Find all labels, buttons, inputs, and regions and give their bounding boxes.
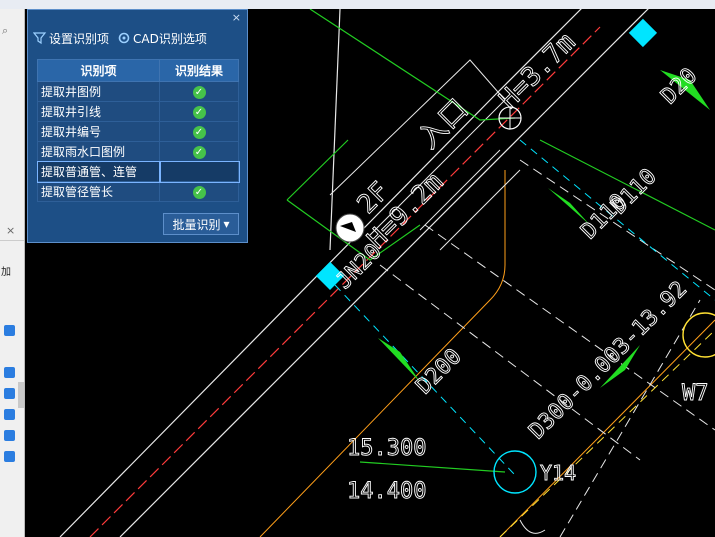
table-row[interactable]: 提取雨水口图例 ✓ — [37, 141, 239, 162]
manhole-square[interactable] — [628, 18, 658, 48]
recognition-item-name: 提取井图例 — [37, 81, 160, 102]
recognition-item-name: 提取普通管、连管 — [36, 160, 161, 183]
check-icon: ✓ — [192, 126, 206, 139]
cad-label-d20: D20 — [657, 63, 703, 109]
recognition-result: ✓ — [159, 101, 239, 122]
recognition-item-name: 提取井编号 — [37, 121, 160, 142]
gear-icon — [118, 32, 130, 44]
chevron-down-icon: ▾ — [223, 217, 230, 231]
check-icon: ✓ — [192, 86, 206, 99]
settings-items-label: 设置识别项 — [49, 31, 110, 46]
field-label: 加 — [1, 267, 11, 278]
host-left-panel: ⌕ × 加 — [0, 0, 715, 537]
settings-items-button[interactable]: 设置识别项 — [33, 29, 109, 47]
recognition-result: ✓ — [159, 121, 239, 142]
cad-label-entrance: 入口 — [412, 92, 475, 155]
checkbox[interactable] — [4, 325, 15, 336]
cad-options-label: CAD识别选项 — [133, 31, 207, 46]
cad-label-y14: Y14 — [540, 461, 576, 485]
search-icon[interactable]: ⌕ — [2, 24, 8, 38]
close-icon[interactable]: × — [6, 224, 15, 237]
filter-icon — [33, 32, 47, 45]
recognition-result: ✓ — [159, 81, 239, 102]
check-icon: ✓ — [192, 106, 206, 119]
close-icon[interactable]: × — [232, 11, 241, 24]
recognition-panel: × 设置识别项 CAD识别选项 识别项 识别结果 提取井图例 ✓ 提取井引线 ✓ 提取井… — [27, 9, 248, 243]
column-header-item: 识别项 — [37, 59, 160, 82]
batch-recognize-button[interactable]: 批量识别 ▾ — [163, 213, 239, 235]
batch-recognize-label: 批量识别 — [172, 217, 221, 232]
table-row[interactable]: 提取井引线 ✓ — [37, 101, 239, 122]
recognition-item-name: 提取雨水口图例 — [37, 141, 160, 162]
column-header-result: 识别结果 — [159, 59, 239, 82]
table-row[interactable]: 提取普通管、连管 — [36, 160, 240, 183]
recognition-result: ✓ — [159, 181, 239, 202]
recognition-table: 识别项 识别结果 提取井图例 ✓ 提取井引线 ✓ 提取井编号 ✓ 提取雨水口图例 ✓ 提取普通管… — [36, 59, 240, 202]
checkbox[interactable] — [4, 367, 15, 378]
cad-label-w7: W7 — [682, 381, 709, 406]
divider — [0, 240, 24, 241]
cad-label-h37: H=3.7m — [494, 27, 582, 115]
table-row[interactable]: 提取井图例 ✓ — [37, 81, 239, 102]
table-row[interactable]: 提取管径管长 ✓ — [37, 181, 239, 202]
recognition-item-name: 提取井引线 — [37, 101, 160, 122]
recognition-result — [158, 160, 240, 183]
checkbox[interactable] — [4, 409, 15, 420]
check-icon: ✓ — [192, 146, 206, 159]
panel-toolbar: 设置识别项 CAD识别选项 — [33, 29, 207, 47]
cad-label-elev-top: 15.300 — [347, 436, 426, 461]
cad-options-button[interactable]: CAD识别选项 — [117, 29, 207, 47]
host-title-bar — [0, 0, 715, 9]
recognition-result: ✓ — [159, 141, 239, 162]
checkbox[interactable] — [4, 388, 15, 399]
check-icon: ✓ — [192, 186, 206, 199]
cad-label-d300: D300-0.003-13.92 — [525, 277, 693, 445]
recognition-item-name: 提取管径管长 — [37, 181, 160, 202]
checkbox[interactable] — [4, 451, 15, 462]
checkbox[interactable] — [4, 430, 15, 441]
cad-label-elev-bottom: 14.400 — [347, 479, 426, 504]
table-row[interactable]: 提取井编号 ✓ — [37, 121, 239, 142]
